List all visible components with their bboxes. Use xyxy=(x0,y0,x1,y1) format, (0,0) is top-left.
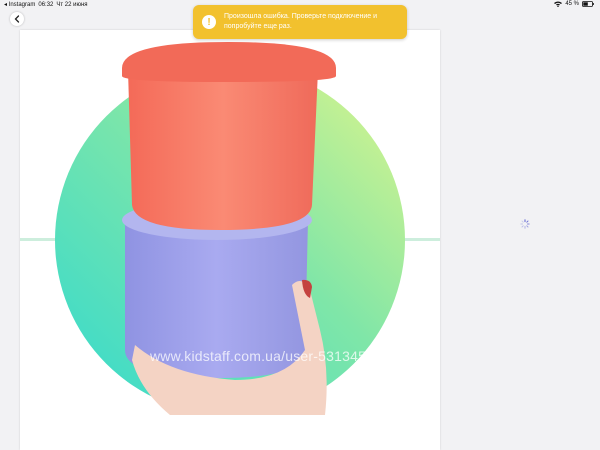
status-bar-left: ◂ Instagram 06:32 Чт 22 июня xyxy=(4,1,88,9)
error-toast[interactable]: ! Произошла ошибка. Проверьте подключени… xyxy=(193,5,407,39)
exclamation-icon: ! xyxy=(202,15,216,29)
wifi-icon xyxy=(554,1,563,7)
watermark-text: www.kidstaff.com.ua/user-531345.html xyxy=(150,348,398,364)
spinner-icon xyxy=(520,219,530,229)
status-date: Чт 22 июня xyxy=(56,1,88,8)
product-photo xyxy=(20,42,440,415)
chevron-left-icon xyxy=(14,15,20,23)
status-time: 06:32 xyxy=(38,1,54,8)
back-to-app-link[interactable]: ◂ Instagram xyxy=(4,1,35,8)
red-container xyxy=(128,70,318,230)
product-image[interactable]: www.kidstaff.com.ua/user-531345.html xyxy=(20,30,440,450)
toast-message: Произошла ошибка. Проверьте подключение … xyxy=(224,13,378,30)
red-lid xyxy=(122,42,336,82)
battery-percent: 45 % xyxy=(565,1,579,7)
back-button[interactable] xyxy=(10,12,24,26)
battery-icon xyxy=(582,1,594,7)
status-bar-right: 45 % xyxy=(554,1,594,7)
